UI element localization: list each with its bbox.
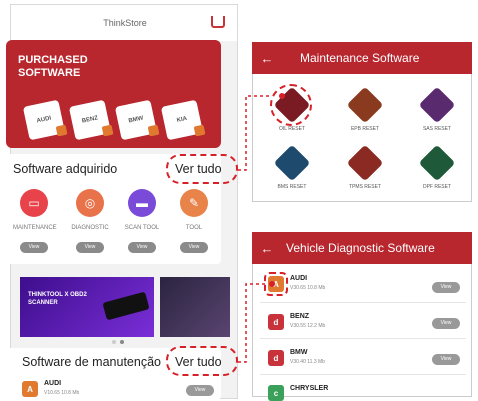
callout-lines — [238, 93, 285, 363]
callout-dot — [269, 281, 275, 287]
callout-line — [238, 95, 272, 171]
callout-line — [238, 283, 266, 363]
callout-dot — [279, 93, 285, 99]
